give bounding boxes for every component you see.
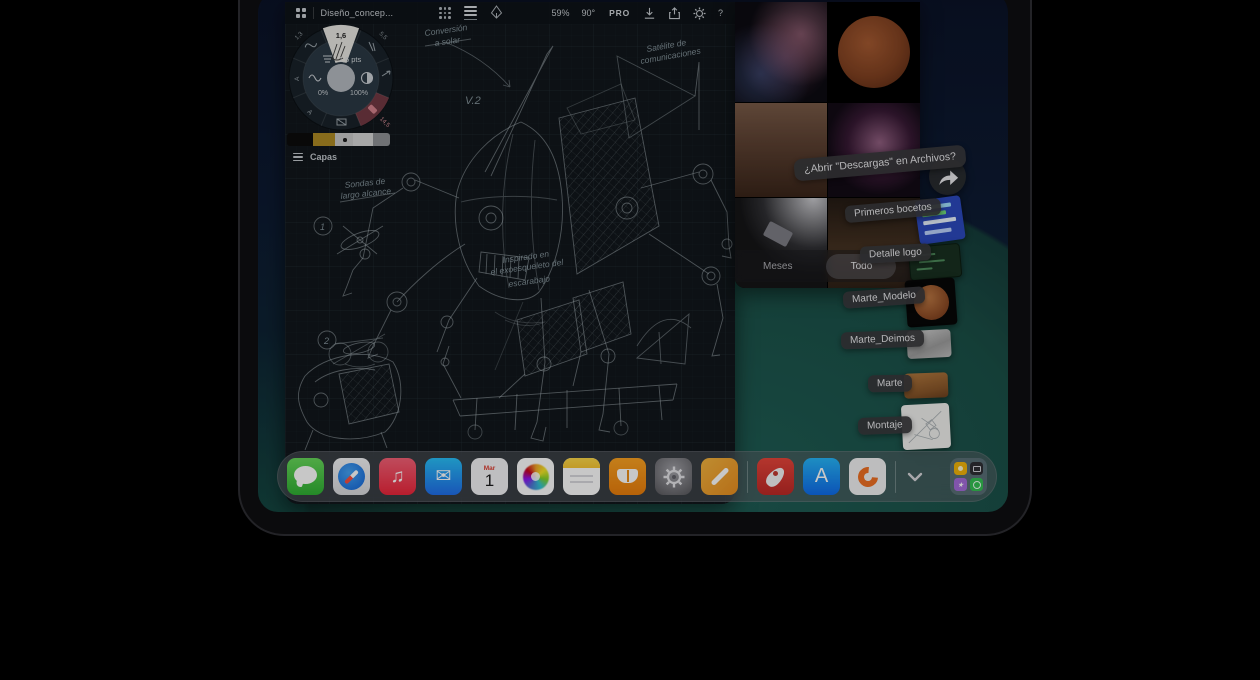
music-note-icon: ♫: [390, 466, 404, 488]
layers-label: Capas: [310, 152, 337, 162]
brush-size-label: 1,6 pts: [339, 55, 362, 64]
tab-meses[interactable]: Meses: [763, 261, 792, 272]
layers-menu-icon: [293, 153, 303, 162]
layers-panel-button[interactable]: Capas: [293, 152, 337, 162]
mail-envelope-icon: ✉: [436, 465, 452, 488]
drag-label-marte[interactable]: Marte: [868, 375, 912, 393]
dock-app-sketch-pen[interactable]: [701, 458, 738, 495]
dock-app-settings[interactable]: [655, 458, 692, 495]
wheel-center-knob[interactable]: [327, 64, 355, 92]
color-palette-bar[interactable]: [287, 133, 390, 146]
sketch-app-window[interactable]: Conversión a solar Satélite de comunicac…: [285, 2, 735, 504]
settings-gear-icon[interactable]: [693, 7, 706, 20]
photo-mars-globe[interactable]: [828, 2, 920, 102]
dock-app-books[interactable]: [609, 458, 646, 495]
opacity-max-label: 100%: [350, 90, 368, 97]
selected-size-value: 1,6: [336, 31, 346, 40]
dock-app-calendar[interactable]: Mar 1: [471, 458, 508, 495]
pen-size-label: 1,3: [294, 31, 305, 42]
dock-chevron-down[interactable]: [905, 458, 925, 495]
calendar-day: 1: [485, 472, 494, 489]
pen-icon: [710, 467, 729, 486]
probe-shape: [763, 221, 793, 247]
chevron-down-icon: [907, 472, 923, 482]
layers-tool-icon[interactable]: [464, 6, 477, 20]
dock-app-messages[interactable]: [287, 458, 324, 495]
airbrush-size-label: 5,5: [378, 31, 389, 42]
export-share-icon[interactable]: [668, 7, 681, 20]
dock-app-photos[interactable]: [517, 458, 554, 495]
zoom-level[interactable]: 59%: [552, 8, 570, 18]
ipad-device-frame: Conversión a solar Satélite de comunicac…: [238, 0, 1032, 536]
opacity-min-label: 0%: [318, 90, 328, 97]
palette-swatch-gray[interactable]: [373, 133, 390, 146]
drag-label-marte-deimos[interactable]: Marte_Deimos: [841, 330, 925, 350]
dock: ♫ ✉ Mar 1: [277, 451, 997, 502]
notes-header-icon: [563, 458, 600, 468]
palette-swatch-gold[interactable]: [313, 133, 335, 146]
app-library-mini-camera: [970, 462, 983, 475]
appstore-a-icon: A: [815, 465, 828, 488]
palette-swatch-black[interactable]: [287, 133, 313, 146]
palette-selection-dot: [343, 138, 347, 142]
selection-nib-icon[interactable]: [490, 5, 503, 21]
tool-wheel[interactable]: 1,6 1,6 pts 0% 100%: [285, 16, 409, 146]
dock-app-rocket[interactable]: [757, 458, 794, 495]
dock-app-mail[interactable]: ✉: [425, 458, 462, 495]
app-library-mini-star: ★: [954, 478, 967, 491]
annotation-version: V.2: [465, 95, 481, 107]
eraser-size-label: 14,5: [378, 116, 391, 129]
rocket-icon: [763, 464, 787, 489]
precision-grid-icon[interactable]: [439, 7, 451, 19]
settings-gear-icon: [662, 465, 686, 489]
svg-text:A: A: [294, 76, 301, 81]
rotation-value[interactable]: 90°: [582, 8, 596, 18]
pro-badge[interactable]: PRO: [609, 8, 630, 18]
stage-background: Conversión a solar Satélite de comunicac…: [0, 0, 1260, 680]
probe-number-1: 1: [320, 222, 325, 232]
ipad-screen: Conversión a solar Satélite de comunicac…: [258, 0, 1008, 512]
dock-app-library[interactable]: ★: [950, 458, 987, 495]
c-logo-icon: [853, 462, 881, 490]
probe-number-2: 2: [323, 336, 329, 346]
dock-divider: [747, 461, 748, 493]
dock-app-music[interactable]: ♫: [379, 458, 416, 495]
app-library-mini-green: [970, 478, 983, 491]
dock-app-notes[interactable]: [563, 458, 600, 495]
palette-swatch-white[interactable]: [353, 133, 373, 146]
dock-app-safari[interactable]: [333, 458, 370, 495]
help-button[interactable]: ?: [718, 8, 723, 18]
photo-nebula-1[interactable]: [735, 2, 827, 102]
app-library-mini-yellow: [954, 462, 967, 475]
dock-app-appstore[interactable]: A: [803, 458, 840, 495]
mars-globe: [838, 16, 910, 88]
import-icon[interactable]: [643, 7, 656, 20]
dock-divider: [895, 461, 896, 493]
dock-app-c-drawing[interactable]: [849, 458, 886, 495]
photo-mars-landscape[interactable]: [735, 103, 827, 197]
drag-label-montaje[interactable]: Montaje: [858, 416, 912, 435]
